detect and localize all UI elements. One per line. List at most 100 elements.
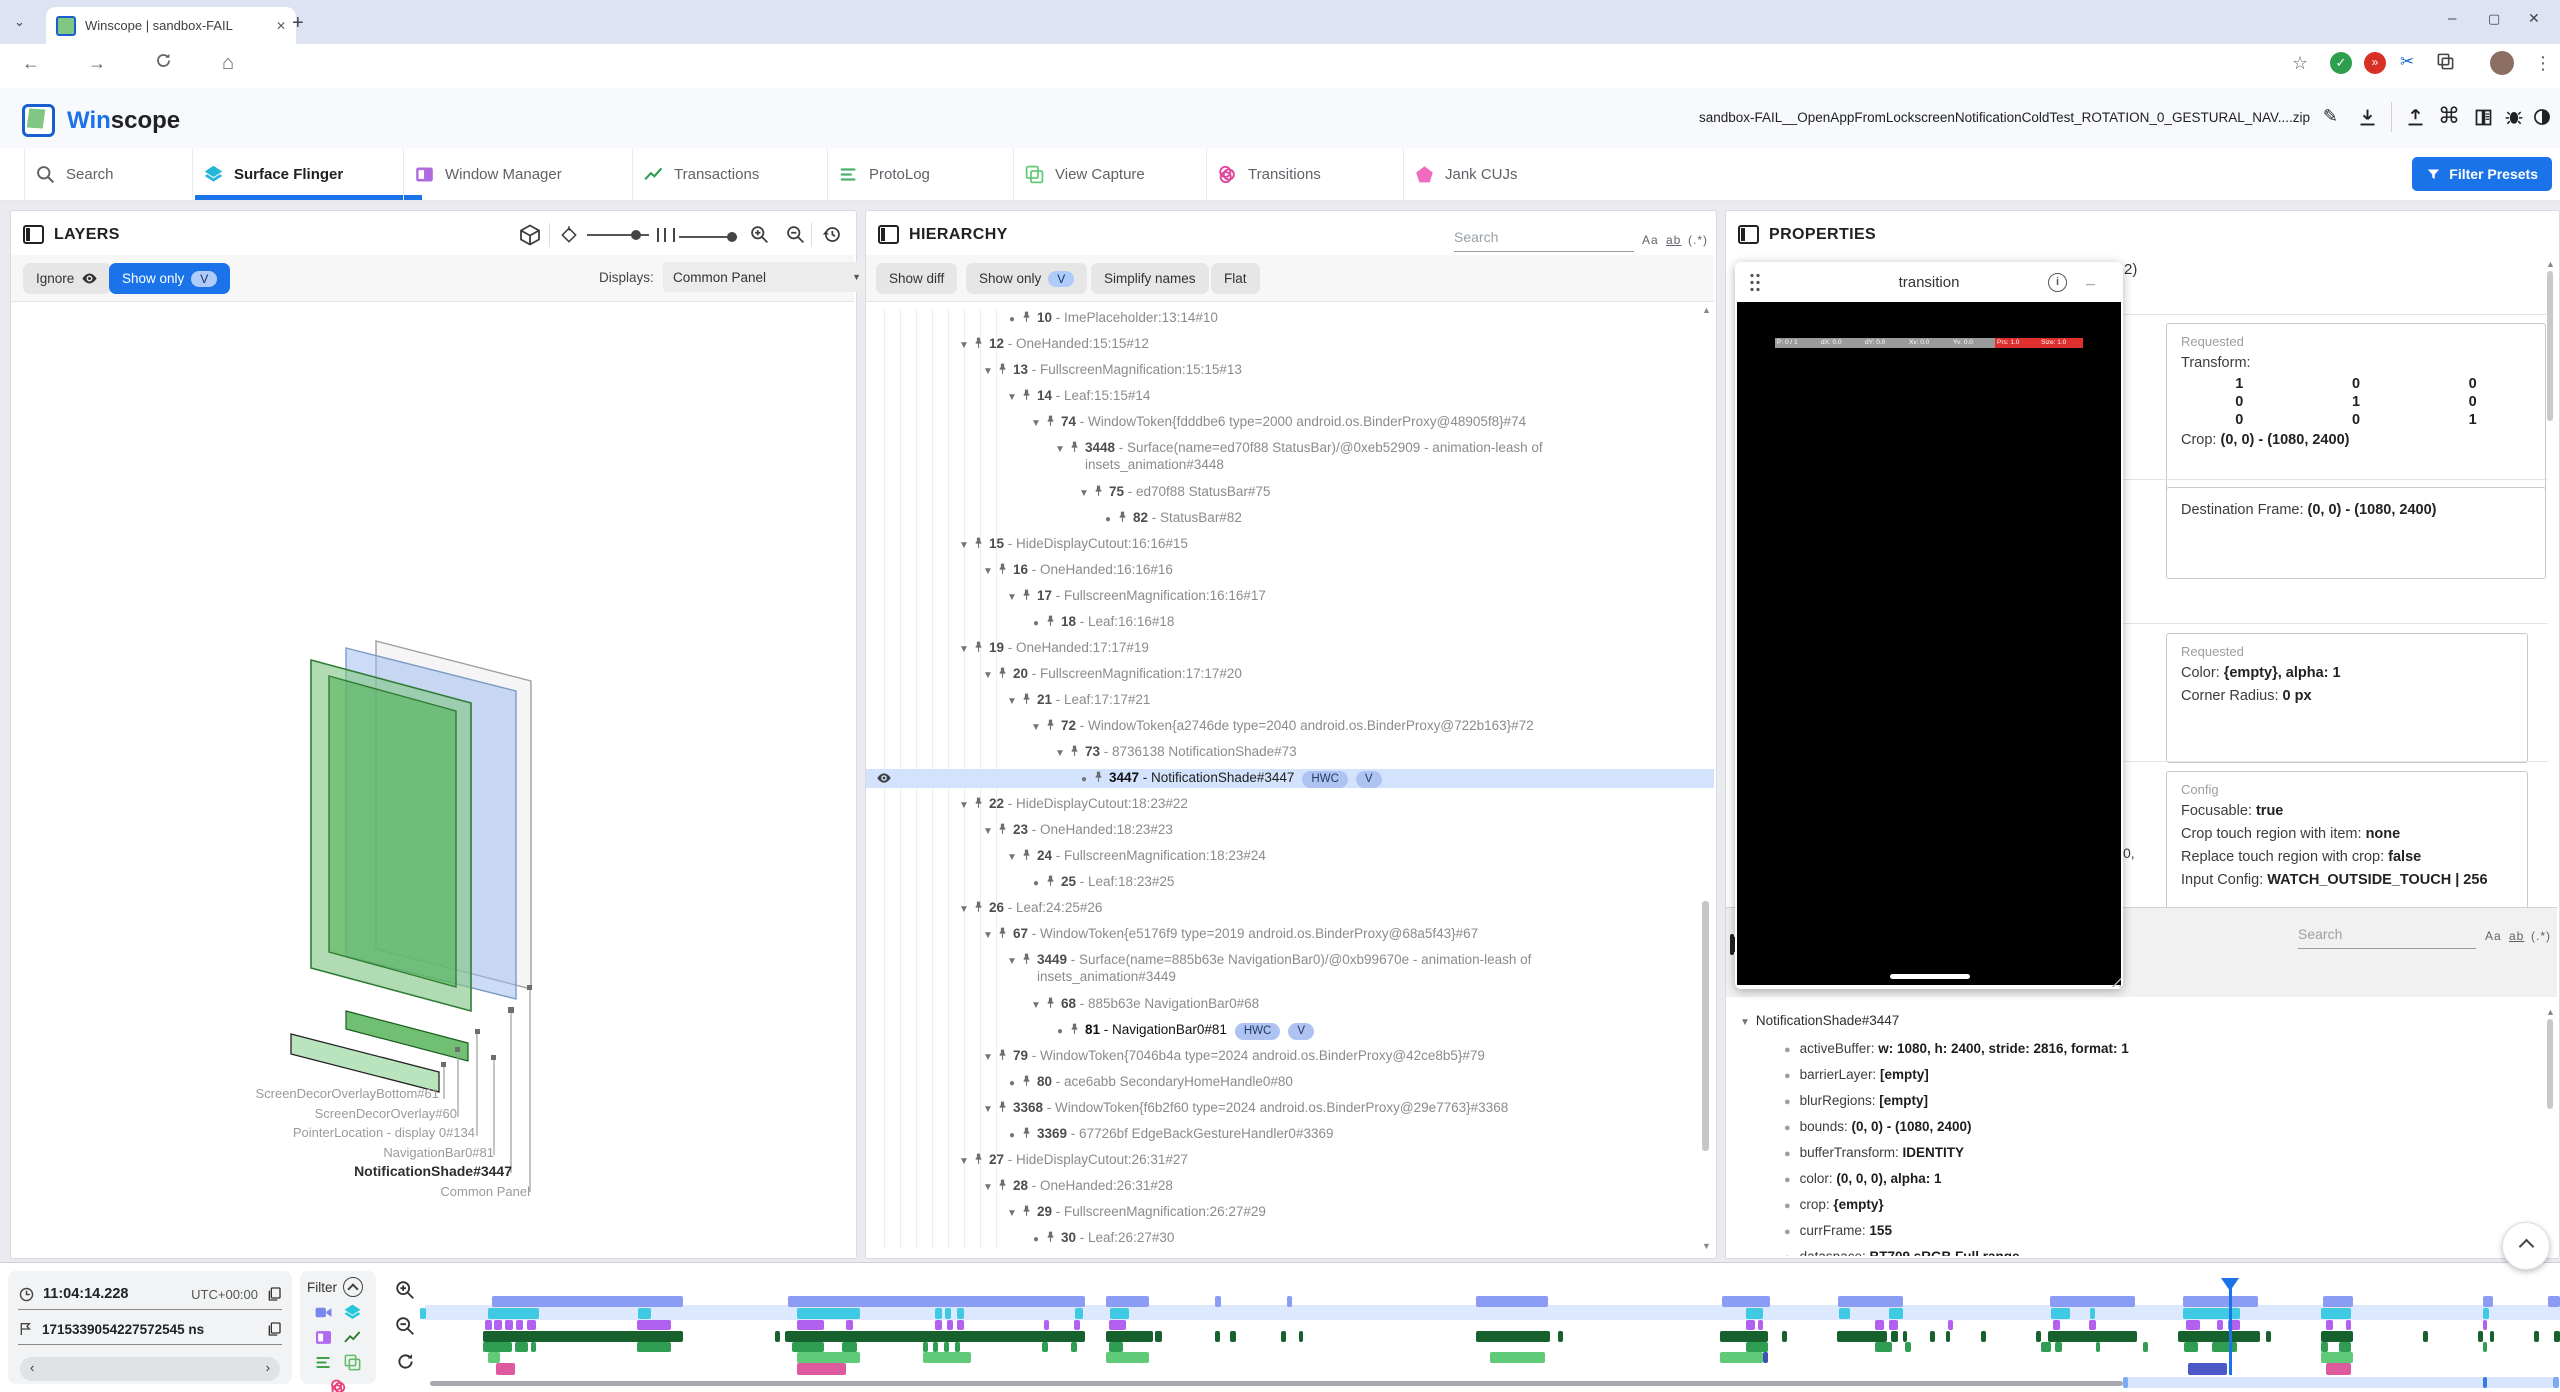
expand-arrow-icon[interactable]: ▼ <box>1004 1203 1020 1222</box>
next-arrow[interactable]: › <box>266 1360 270 1375</box>
trace-block-transitions-trace[interactable] <box>2041 1342 2051 1352</box>
pin-icon[interactable] <box>1068 1022 1081 1035</box>
trace-block-transitions-trace[interactable] <box>923 1342 928 1352</box>
trace-block[interactable] <box>1763 1352 1768 1363</box>
tab-search[interactable]: Search <box>24 148 213 200</box>
trace-block-window-manager[interactable] <box>1215 1296 1221 1307</box>
trace-block-transitions-trace[interactable] <box>2339 1342 2351 1352</box>
property-item[interactable]: ●bounds: (0, 0) - (1080, 2400) <box>1784 1119 1972 1134</box>
minimize-icon[interactable]: _ <box>2086 270 2095 288</box>
expand-arrow-icon[interactable]: ▼ <box>956 1151 972 1170</box>
trace-block-transitions-trace[interactable] <box>1905 1342 1911 1352</box>
trace-block-transactions[interactable] <box>2036 1331 2041 1342</box>
expand-arrow-icon[interactable]: ▼ <box>980 821 996 840</box>
tab-search-chevron-icon[interactable]: ⌄ <box>14 14 25 30</box>
tab-window-manager[interactable]: Window Manager <box>403 148 653 200</box>
trace-block-transitions-trace[interactable] <box>1042 1342 1048 1352</box>
trace-block-transitions-trace[interactable] <box>842 1342 857 1352</box>
trace-block-transitions-trace[interactable] <box>515 1342 528 1352</box>
minimap-handle[interactable] <box>2483 1377 2487 1388</box>
tree-node-12[interactable]: ▼12 - OneHanded:15:15#12 <box>866 335 1714 354</box>
trace-block-protolog[interactable] <box>494 1320 502 1330</box>
reset-view-icon[interactable] <box>821 224 842 245</box>
documentation-icon[interactable] <box>2473 107 2494 128</box>
trace-block-protolog[interactable] <box>797 1320 824 1330</box>
rotation-icon[interactable] <box>559 225 579 245</box>
minimap-handle[interactable] <box>2553 1377 2559 1388</box>
zoom-in-icon[interactable] <box>749 224 770 245</box>
trace-block-window-manager[interactable] <box>2548 1296 2560 1307</box>
flat-chip[interactable]: Flat <box>1211 263 1260 294</box>
spacing-slider[interactable] <box>679 236 737 238</box>
pin-icon[interactable] <box>1044 718 1057 731</box>
tree-node-15[interactable]: ▼15 - HideDisplayCutout:16:16#15 <box>866 535 1714 554</box>
trace-block-transactions[interactable] <box>775 1331 780 1342</box>
collapse-filter-icon[interactable] <box>343 1277 363 1297</box>
tree-node-17[interactable]: ▼17 - FullscreenMagnification:16:16#17 <box>866 587 1714 606</box>
trace-block-protolog[interactable] <box>1758 1320 1763 1330</box>
regex-toggle[interactable]: (.*) <box>1688 233 1708 247</box>
expand-arrow-icon[interactable]: ▼ <box>980 1177 996 1196</box>
trace-block-transitions-trace[interactable] <box>933 1342 938 1352</box>
layers-filter-icon[interactable] <box>343 1303 362 1322</box>
tree-node-25[interactable]: ●25 - Leaf:18:23#25 <box>866 873 1714 892</box>
scissors-extension-icon[interactable]: ✂ <box>2400 52 2414 72</box>
expand-arrow-icon[interactable]: ▼ <box>1052 743 1068 762</box>
forward-button[interactable]: → <box>88 53 106 74</box>
trace-block-surface-flinger[interactable] <box>797 1308 860 1319</box>
expand-arrow-icon[interactable]: ▼ <box>1004 587 1020 606</box>
trace-block-protolog[interactable] <box>1875 1320 1884 1330</box>
trace-block-transactions[interactable] <box>2266 1331 2271 1342</box>
trace-block-transactions[interactable] <box>1299 1331 1303 1342</box>
rings-filter-icon[interactable] <box>329 1378 348 1392</box>
minimap-handle[interactable] <box>2123 1377 2128 1388</box>
browser-tab[interactable]: Winscope | sandbox-FAIL ✕ <box>46 7 296 44</box>
trace-block-transitions-trace[interactable] <box>2143 1342 2148 1352</box>
profile-avatar[interactable] <box>2490 51 2514 75</box>
bookmark-star-icon[interactable]: ☆ <box>2292 53 2308 74</box>
trace-block-protolog[interactable] <box>1889 1320 1898 1330</box>
trace-block-protolog[interactable] <box>957 1320 964 1330</box>
tree-node-30[interactable]: ●30 - Leaf:26:27#30 <box>866 1229 1714 1248</box>
trace-block-protolog[interactable] <box>947 1320 953 1330</box>
trace-block-transitions-trace[interactable] <box>2321 1342 2328 1352</box>
trace-block-protolog[interactable] <box>1746 1320 1755 1330</box>
tree-node-75[interactable]: ▼75 - ed70f88 StatusBar#75 <box>866 483 1714 502</box>
pin-icon[interactable] <box>1020 1126 1033 1139</box>
pin-icon[interactable] <box>1020 848 1033 861</box>
expand-arrow-icon[interactable]: ▼ <box>980 361 996 380</box>
trace-block-surface-flinger[interactable] <box>2483 1308 2489 1319</box>
new-tab-button[interactable]: + <box>292 12 304 35</box>
trace-block-transactions[interactable] <box>2321 1331 2353 1342</box>
window-maximize-button[interactable]: ▢ <box>2488 11 2500 27</box>
tree-node-68[interactable]: ▼68 - 885b63e NavigationBar0#68 <box>866 995 1714 1014</box>
expand-arrow-icon[interactable]: ▼ <box>980 561 996 580</box>
trace-block-surface-flinger[interactable] <box>935 1308 942 1319</box>
scroll-up-icon[interactable]: ▲ <box>1702 305 1711 315</box>
trace-block-window-manager[interactable] <box>1106 1296 1149 1307</box>
trace-block-transactions[interactable] <box>1155 1331 1162 1342</box>
frame-scrollbar[interactable]: ‹ › <box>20 1357 280 1381</box>
extension-forward-icon[interactable]: » <box>2364 52 2386 74</box>
trace-block-protolog[interactable] <box>637 1320 671 1330</box>
tree-node-3449[interactable]: ▼3449 - Surface(name=885b63e NavigationB… <box>866 951 1714 985</box>
match-case-toggle[interactable]: Aa <box>2485 929 2502 943</box>
rotation-slider[interactable] <box>587 234 649 236</box>
trace-block-protolog[interactable] <box>846 1320 853 1330</box>
trace-block-surface-flinger[interactable] <box>945 1308 951 1319</box>
trace-block-view-capture[interactable] <box>797 1352 860 1363</box>
extensions-icon[interactable] <box>2436 52 2455 71</box>
trace-block[interactable] <box>2188 1363 2227 1375</box>
expand-arrow-icon[interactable]: ▼ <box>1028 995 1044 1014</box>
trace-block-window-manager[interactable] <box>1476 1296 1548 1307</box>
timeline-zoom-out-icon[interactable] <box>394 1315 416 1337</box>
trace-block-transactions[interactable] <box>1720 1331 1768 1342</box>
displays-select[interactable]: Common Panel▼ <box>663 262 871 292</box>
property-item[interactable]: ●blurRegions: [empty] <box>1784 1093 1928 1108</box>
trace-block-transitions-trace[interactable] <box>2483 1342 2487 1352</box>
expand-arrow-icon[interactable]: ▼ <box>1052 439 1068 458</box>
frames-filter-icon[interactable] <box>343 1353 362 1372</box>
pin-icon[interactable] <box>1068 440 1081 453</box>
pin-icon[interactable] <box>972 1152 985 1165</box>
hierarchy-search-input[interactable]: Search <box>1454 229 1634 252</box>
